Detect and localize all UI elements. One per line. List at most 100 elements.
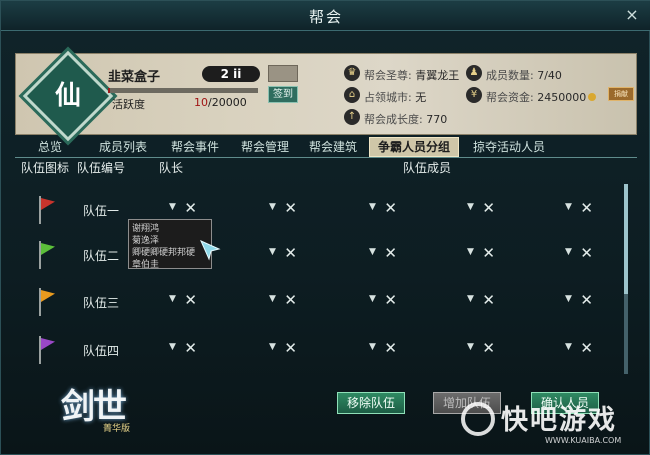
tab-management[interactable]: 帮会管理: [233, 137, 297, 157]
member-select[interactable]: ▼ ✕: [301, 291, 397, 310]
dropdown-arrow-icon[interactable]: ▼: [467, 342, 477, 352]
clear-slot-icon[interactable]: ✕: [384, 244, 397, 262]
leader-icon: ♛: [344, 65, 360, 81]
clear-slot-icon[interactable]: ✕: [580, 339, 593, 357]
member-select[interactable]: ▼ ✕: [201, 339, 297, 358]
member-select[interactable]: ▼ ✕: [497, 244, 593, 263]
guild-name: 韭菜盒子: [108, 70, 161, 85]
clear-slot-icon[interactable]: ✕: [184, 339, 197, 357]
tab-events[interactable]: 帮会事件: [163, 137, 227, 157]
clear-slot-icon[interactable]: ✕: [580, 244, 593, 262]
disabled-button: [268, 65, 298, 82]
clear-slot-icon[interactable]: ✕: [284, 339, 297, 357]
clear-slot-icon[interactable]: ✕: [482, 339, 495, 357]
member-select[interactable]: ▼ ✕: [399, 244, 495, 263]
member-select[interactable]: ▼ ✕: [399, 199, 495, 218]
header-team-number: 队伍编号: [77, 161, 126, 175]
tab-overview[interactable]: 总览: [23, 137, 77, 157]
tab-team-grouping[interactable]: 争霸人员分组: [369, 137, 459, 157]
members-value: 7/40: [537, 69, 562, 82]
window-title: 帮会: [308, 8, 343, 26]
leader-select[interactable]: ▼✕: [101, 199, 197, 218]
dropdown-arrow-icon[interactable]: ▼: [269, 342, 279, 352]
activity-value: 10/20000: [194, 96, 247, 109]
dropdown-arrow-icon[interactable]: ▼: [269, 294, 279, 304]
game-logo-subtitle: 菁华版: [103, 424, 131, 434]
signin-button[interactable]: 签到: [268, 86, 298, 103]
team-row: 队伍三 ▼ ✕ ▼ ✕ ▼ ✕ ▼ ✕ ▼ ✕: [15, 284, 625, 328]
close-icon[interactable]: ×: [621, 4, 643, 26]
dropdown-arrow-icon[interactable]: ▼: [169, 202, 179, 212]
title-bar: 帮会 ×: [1, 1, 650, 31]
remove-team-button[interactable]: 移除队伍: [337, 392, 405, 414]
clear-slot-icon[interactable]: ✕: [284, 199, 297, 217]
cursor-icon: [200, 240, 221, 261]
city-label: 占领城市:: [364, 91, 412, 104]
dropdown-arrow-icon[interactable]: ▼: [369, 202, 379, 212]
member-select[interactable]: ▼ ✕: [399, 291, 495, 310]
clear-slot-icon[interactable]: ✕: [482, 199, 495, 217]
dropdown-arrow-icon[interactable]: ▼: [565, 202, 575, 212]
tab-members[interactable]: 成员列表: [91, 137, 155, 157]
team-flag-icon: [39, 241, 55, 269]
leader-select[interactable]: ▼✕: [101, 339, 197, 358]
members-icon: ♟: [466, 65, 482, 81]
scrollbar[interactable]: [624, 184, 628, 374]
city-icon: ⌂: [344, 87, 360, 103]
clear-slot-icon[interactable]: ✕: [284, 291, 297, 309]
member-select[interactable]: ▼ ✕: [497, 291, 593, 310]
watermark: 快吧游戏 WWW.KUAIBA.COM: [461, 396, 641, 448]
team-row: 队伍二▼✕▼✕▼✕▼✕▼✕: [15, 237, 625, 281]
team-row: 队伍四 ▼ ✕ ▼ ✕ ▼ ✕ ▼ ✕ ▼ ✕: [15, 332, 625, 376]
member-select[interactable]: ▼ ✕: [301, 339, 397, 358]
dropdown-arrow-icon[interactable]: ▼: [467, 294, 477, 304]
member-select[interactable]: ▼ ✕: [201, 199, 297, 218]
clear-slot-icon[interactable]: ✕: [580, 291, 593, 309]
clear-slot-icon[interactable]: ✕: [284, 244, 297, 262]
dropdown-arrow-icon[interactable]: ▼: [369, 294, 379, 304]
leader-label: 帮会圣尊:: [364, 69, 412, 82]
clear-slot-icon[interactable]: ✕: [384, 339, 397, 357]
guild-rank-badge: 2 ii: [202, 66, 260, 82]
member-select[interactable]: ▼ ✕: [497, 199, 593, 218]
clear-slot-icon[interactable]: ✕: [384, 291, 397, 309]
donate-button[interactable]: 捐献: [608, 87, 634, 101]
leader-select[interactable]: ▼✕: [101, 291, 197, 310]
dropdown-arrow-icon[interactable]: ▼: [169, 342, 179, 352]
dropdown-arrow-icon[interactable]: ▼: [565, 294, 575, 304]
clear-slot-icon[interactable]: ✕: [384, 199, 397, 217]
dropdown-arrow-icon[interactable]: ▼: [269, 247, 279, 257]
member-select[interactable]: ▼ ✕: [201, 291, 297, 310]
growth-stat: 帮会成长度: 770: [364, 111, 447, 127]
funds-icon: ¥: [466, 87, 482, 103]
tab-divider: [15, 157, 637, 158]
activity-total: /20000: [208, 96, 247, 109]
clear-slot-icon[interactable]: ✕: [580, 199, 593, 217]
city-value: 无: [415, 91, 427, 104]
clear-slot-icon[interactable]: ✕: [184, 291, 197, 309]
funds-label: 帮会资金:: [486, 91, 534, 104]
clear-slot-icon[interactable]: ✕: [482, 244, 495, 262]
dropdown-option[interactable]: 章伯圭: [132, 257, 159, 270]
dropdown-arrow-icon[interactable]: ▼: [467, 202, 477, 212]
tab-plunder-members[interactable]: 掠夺活动人员: [467, 137, 551, 157]
dropdown-arrow-icon[interactable]: ▼: [269, 202, 279, 212]
tab-buildings[interactable]: 帮会建筑: [301, 137, 365, 157]
watermark-logo-icon: [461, 402, 495, 436]
member-select[interactable]: ▼ ✕: [399, 339, 495, 358]
clear-slot-icon[interactable]: ✕: [482, 291, 495, 309]
dropdown-arrow-icon[interactable]: ▼: [369, 342, 379, 352]
dropdown-arrow-icon[interactable]: ▼: [369, 247, 379, 257]
member-select[interactable]: ▼ ✕: [301, 199, 397, 218]
dropdown-arrow-icon[interactable]: ▼: [565, 247, 575, 257]
member-select[interactable]: ▼ ✕: [301, 244, 397, 263]
dropdown-arrow-icon[interactable]: ▼: [169, 294, 179, 304]
member-select[interactable]: ▼ ✕: [497, 339, 593, 358]
clear-slot-icon[interactable]: ✕: [184, 199, 197, 217]
growth-icon: ↑: [344, 109, 360, 125]
dropdown-arrow-icon[interactable]: ▼: [467, 247, 477, 257]
activity-progress-bar: [108, 88, 258, 93]
dropdown-arrow-icon[interactable]: ▼: [565, 342, 575, 352]
scrollbar-thumb[interactable]: [624, 184, 628, 294]
watermark-text: 快吧游戏: [501, 405, 617, 436]
